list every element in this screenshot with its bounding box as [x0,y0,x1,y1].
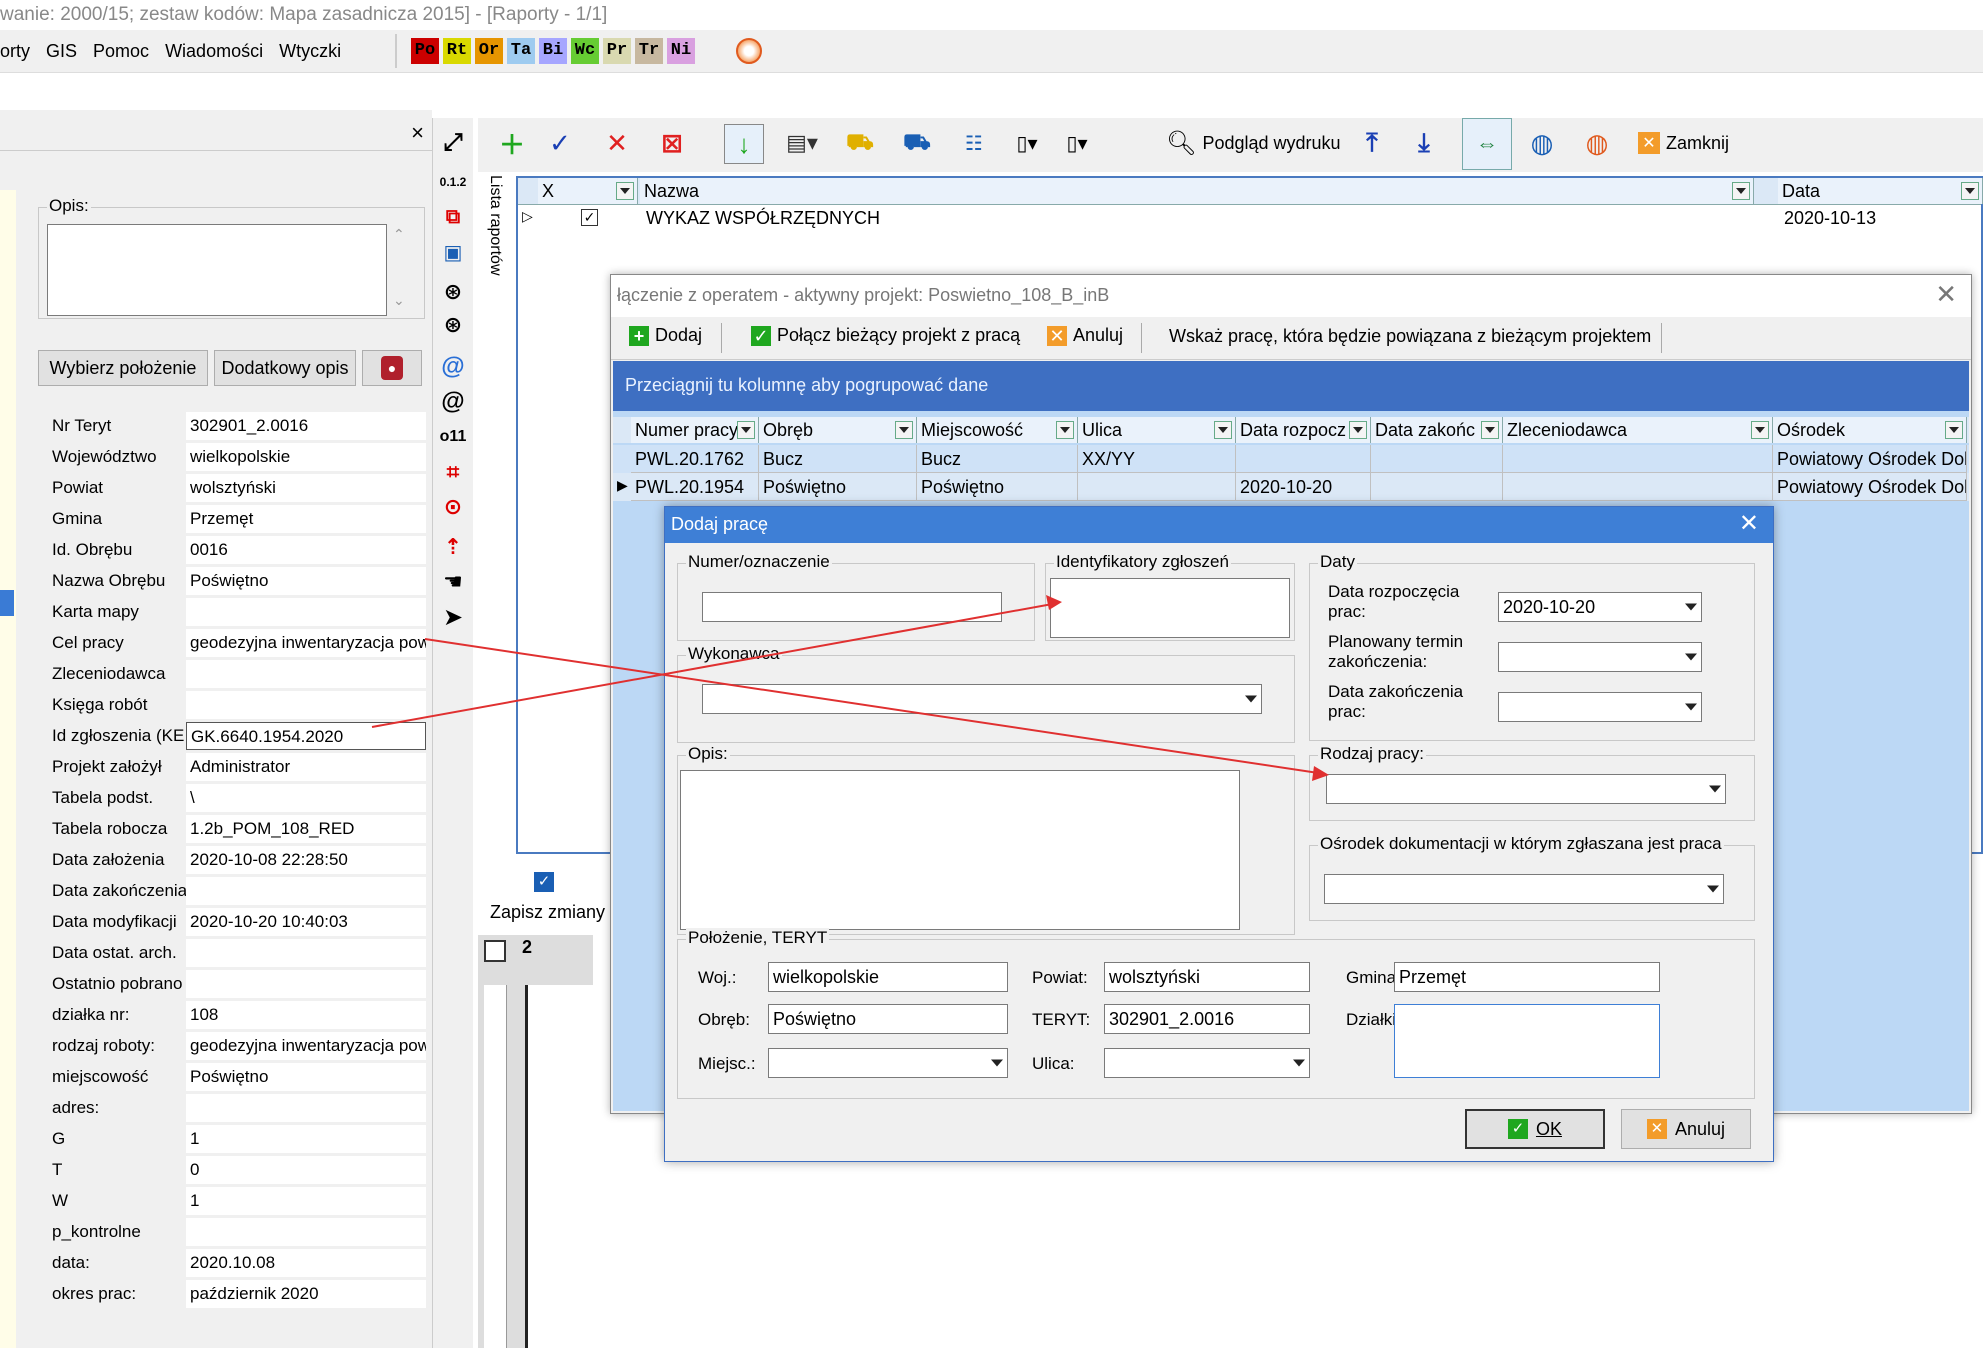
annotation-arrows [371,595,1329,781]
arrow-head-rodzaj [1312,766,1329,781]
arrow-head-identifiers [1046,595,1062,610]
arrow-cel-to-rodzaj [424,638,1326,775]
arrow-id-to-identifiers [371,602,1059,728]
